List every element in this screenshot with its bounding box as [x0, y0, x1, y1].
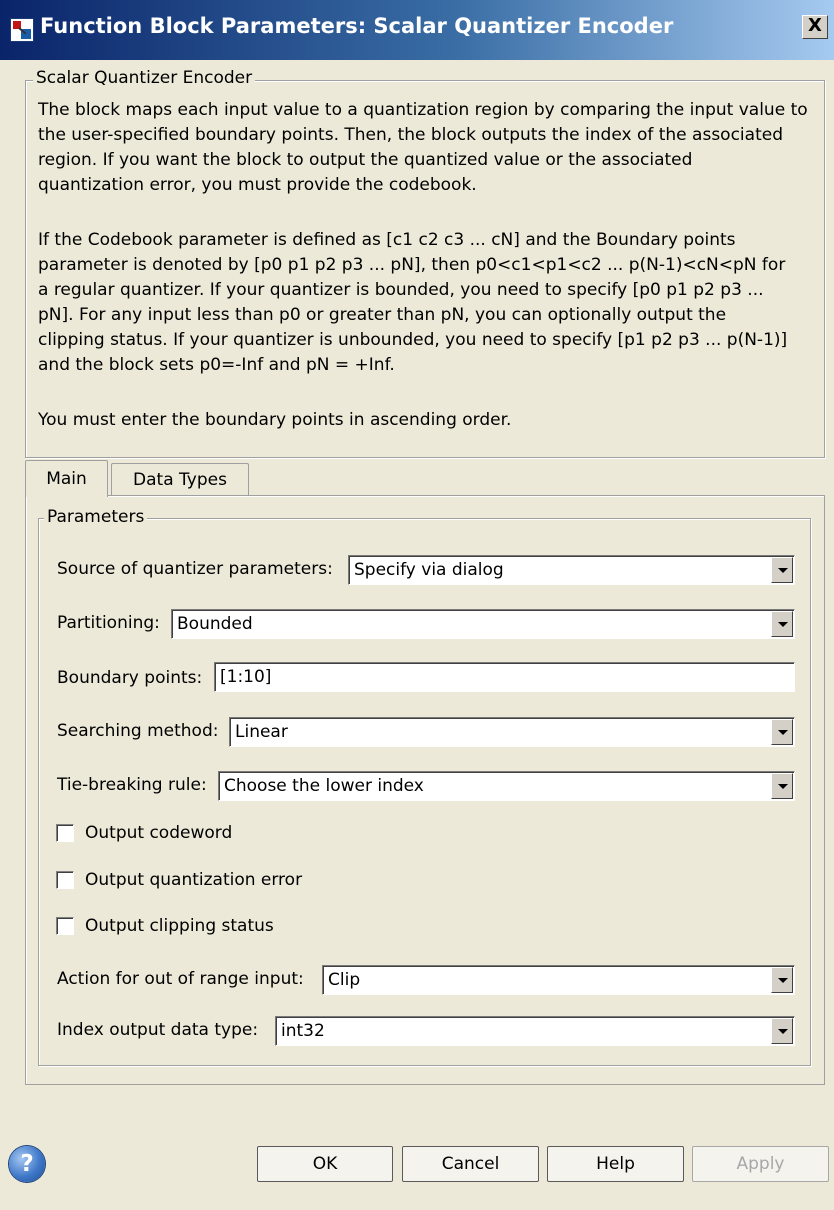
description-line: quantization error, you must provide the… — [38, 175, 477, 195]
apply-button[interactable]: Apply — [692, 1146, 829, 1182]
index-type-value: int32 — [281, 1021, 325, 1041]
description-legend: Scalar Quantizer Encoder — [33, 68, 256, 88]
help-icon[interactable]: ? — [9, 1146, 45, 1182]
source-value: Specify via dialog — [354, 560, 504, 580]
tab-data-types[interactable]: Data Types — [111, 463, 249, 495]
ok-button[interactable]: OK — [257, 1146, 393, 1182]
action-value: Clip — [328, 970, 361, 990]
description-line: a regular quantizer. If your quantizer i… — [38, 280, 764, 300]
output-codeword-label[interactable]: Output codeword — [85, 823, 232, 843]
description-line: and the block sets p0=-Inf and pN = +Inf… — [38, 355, 395, 375]
tiebreak-value: Choose the lower index — [224, 776, 424, 796]
partitioning-label: Partitioning: — [57, 613, 160, 633]
searching-dropdown-arrow[interactable] — [771, 719, 793, 745]
help-button[interactable]: Help — [547, 1146, 684, 1182]
output-clipping-status-label[interactable]: Output clipping status — [85, 916, 274, 936]
action-dropdown[interactable]: Clip — [322, 965, 795, 995]
output-quantization-error-checkbox[interactable] — [56, 871, 74, 889]
output-clipping-status-checkbox[interactable] — [56, 917, 74, 935]
parameters-legend: Parameters — [44, 507, 148, 527]
boundary-value: [1:10] — [220, 667, 272, 687]
description-line: pN]. For any input less than p0 or great… — [38, 305, 727, 325]
chevron-down-icon — [778, 622, 788, 627]
partitioning-dropdown-arrow[interactable] — [771, 611, 793, 637]
tab-main[interactable]: Main — [25, 460, 108, 497]
source-dropdown[interactable]: Specify via dialog — [348, 555, 795, 585]
tiebreak-dropdown[interactable]: Choose the lower index — [218, 771, 795, 801]
chevron-down-icon — [778, 568, 788, 573]
output-codeword-checkbox[interactable] — [56, 824, 74, 842]
chevron-down-icon — [778, 978, 788, 983]
tiebreak-dropdown-arrow[interactable] — [771, 773, 793, 799]
description-line: parameter is denoted by [p0 p1 p2 p3 ...… — [38, 255, 786, 275]
window-title: Function Block Parameters: Scalar Quanti… — [40, 14, 674, 38]
description-line: region. If you want the block to output … — [38, 150, 693, 170]
searching-label: Searching method: — [57, 721, 219, 741]
description-line: the user-specified boundary points. Then… — [38, 125, 783, 145]
partitioning-dropdown[interactable]: Bounded — [171, 609, 795, 639]
chevron-down-icon — [778, 1029, 788, 1034]
chevron-down-icon — [778, 730, 788, 735]
index-type-dropdown-arrow[interactable] — [771, 1018, 793, 1044]
source-label: Source of quantizer parameters: — [57, 559, 333, 579]
description-line: If the Codebook parameter is defined as … — [38, 230, 736, 250]
boundary-label: Boundary points: — [57, 668, 203, 688]
close-button[interactable]: X — [802, 15, 828, 39]
description-line: The block maps each input value to a qua… — [38, 100, 808, 120]
simulink-app-icon — [10, 18, 34, 42]
title-bar[interactable]: Function Block Parameters: Scalar Quanti… — [0, 0, 834, 60]
action-label: Action for out of range input: — [57, 969, 304, 989]
searching-value: Linear — [235, 722, 288, 742]
output-quantization-error-label[interactable]: Output quantization error — [85, 870, 302, 890]
searching-method-dropdown[interactable]: Linear — [229, 717, 795, 747]
boundary-points-input[interactable]: [1:10] — [214, 662, 795, 692]
cancel-button[interactable]: Cancel — [402, 1146, 539, 1182]
index-type-label: Index output data type: — [57, 1020, 259, 1040]
description-line: You must enter the boundary points in as… — [38, 410, 512, 430]
description-line: clipping status. If your quantizer is un… — [38, 330, 788, 350]
chevron-down-icon — [778, 784, 788, 789]
index-type-dropdown[interactable]: int32 — [275, 1016, 795, 1046]
action-dropdown-arrow[interactable] — [771, 967, 793, 993]
partitioning-value: Bounded — [177, 614, 253, 634]
tiebreak-label: Tie-breaking rule: — [57, 775, 207, 795]
source-dropdown-arrow[interactable] — [771, 557, 793, 583]
